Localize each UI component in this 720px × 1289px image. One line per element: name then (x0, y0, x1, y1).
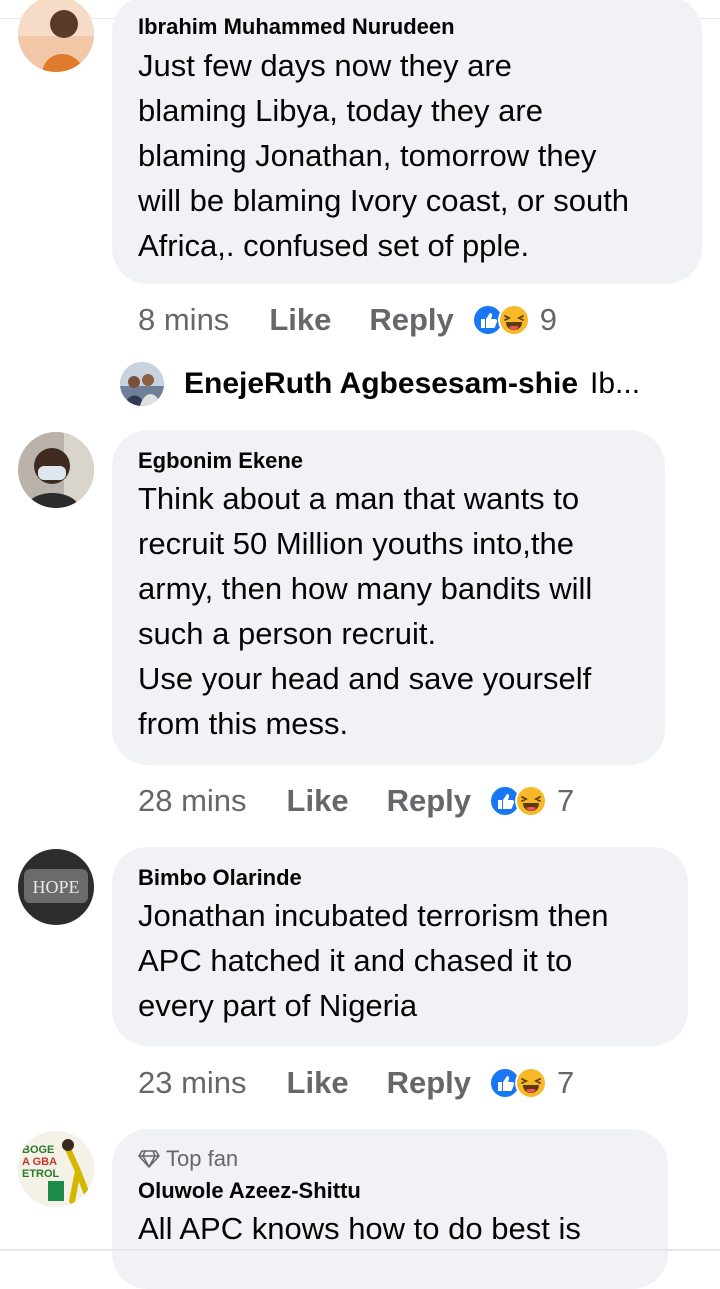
avatar-text: A GBA (22, 1156, 57, 1168)
haha-icon (497, 304, 530, 336)
diamond-icon (138, 1150, 160, 1168)
reaction-count[interactable]: 9 (540, 302, 557, 338)
reply-button[interactable]: Reply (387, 783, 471, 819)
avatar[interactable]: BOGE A GBA ETROL (18, 1131, 94, 1207)
comment-text: Think about a man that wants to recruit … (138, 481, 593, 741)
view-reply-link[interactable]: EnejeRuth Agbesesam-shie Ib... (120, 360, 640, 408)
avatar[interactable] (18, 0, 94, 72)
comment-actions: 28 mins Like Reply 7 (138, 781, 574, 821)
comment-time[interactable]: 28 mins (138, 783, 247, 819)
comment-bubble: Bimbo Olarinde Jonathan incubated terror… (112, 847, 688, 1046)
like-button[interactable]: Like (269, 302, 331, 338)
haha-icon (515, 785, 547, 817)
avatar-photo: BOGE A GBA ETROL (18, 1131, 94, 1207)
reply-button[interactable]: Reply (387, 1065, 471, 1101)
avatar-photo (120, 362, 164, 406)
comment-text: Jonathan incubated terrorism then APC ha… (138, 898, 609, 1023)
avatar-text: HOPE (32, 877, 79, 897)
avatar-photo (18, 0, 94, 72)
comment-time[interactable]: 23 mins (138, 1065, 247, 1101)
comment-text: Just few days now they are blaming Libya… (138, 48, 630, 263)
reply-author: EnejeRuth Agbesesam-shie (184, 367, 578, 400)
comment-author[interactable]: Oluwole Azeez-Shittu (138, 1178, 642, 1204)
comment-bubble: Ibrahim Muhammed Nurudeen Just few days … (112, 0, 702, 284)
avatar-photo: HOPE (18, 849, 94, 925)
avatar-text: BOGE (22, 1144, 54, 1156)
haha-icon (515, 1067, 547, 1099)
comment-author[interactable]: Ibrahim Muhammed Nurudeen (138, 14, 676, 40)
top-fan-label: Top fan (166, 1146, 239, 1171)
comment-actions: 8 mins Like Reply 9 (138, 300, 557, 340)
reaction-icons[interactable] (489, 785, 547, 817)
comment-time[interactable]: 8 mins (138, 302, 229, 338)
top-fan-badge: Top fan (138, 1145, 642, 1173)
avatar (120, 362, 164, 406)
comment-text: All APC knows how to do best is (138, 1211, 581, 1246)
reply-button[interactable]: Reply (369, 302, 453, 338)
avatar-text: ETROL (22, 1168, 60, 1180)
comment-author[interactable]: Egbonim Ekene (138, 448, 639, 474)
comment-bubble: Top fan Oluwole Azeez-Shittu All APC kno… (112, 1129, 668, 1289)
reaction-icons[interactable] (489, 1067, 547, 1099)
avatar[interactable] (18, 432, 94, 508)
avatar[interactable]: HOPE (18, 849, 94, 925)
avatar-photo (18, 432, 94, 508)
comment-bubble: Egbonim Ekene Think about a man that wan… (112, 430, 665, 765)
reaction-count[interactable]: 7 (557, 783, 574, 819)
reply-snippet: Ib... (590, 367, 641, 400)
comment-actions: 23 mins Like Reply 7 (138, 1063, 574, 1103)
like-button[interactable]: Like (287, 783, 349, 819)
like-button[interactable]: Like (287, 1065, 349, 1101)
reaction-icons[interactable] (471, 304, 530, 336)
reaction-count[interactable]: 7 (557, 1065, 574, 1101)
comment-author[interactable]: Bimbo Olarinde (138, 865, 662, 891)
